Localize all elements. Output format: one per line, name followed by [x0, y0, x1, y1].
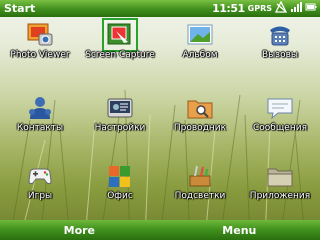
more-softkey[interactable]: More	[34, 222, 125, 239]
app-settings[interactable]: Настройки	[80, 90, 160, 142]
app-utilities[interactable]: Подсветки	[160, 158, 240, 210]
softkey-bar: More Menu	[0, 220, 320, 240]
app-applications[interactable]: Приложения	[240, 158, 320, 210]
no-connection-icon	[274, 0, 288, 16]
office-icon	[104, 161, 136, 191]
app-label: Игры	[27, 191, 53, 201]
start-screen: Start 11:51 GPRS Photo Viewer Screen Cap…	[0, 0, 320, 240]
app-label: Контакты	[16, 123, 64, 133]
app-screen-capture[interactable]: Screen Capture	[80, 17, 160, 69]
app-label: Настройки	[94, 123, 146, 133]
gprs-indicator: GPRS	[247, 4, 272, 13]
app-grid: Photo Viewer Screen Capture Альбом Вызов…	[0, 17, 320, 220]
gamepad-icon	[24, 161, 56, 191]
album-icon	[184, 20, 216, 50]
folder-search-icon	[184, 93, 216, 123]
title-bar-text: Start	[4, 2, 36, 15]
app-label: Офис	[107, 191, 133, 201]
title-bar: Start 11:51 GPRS	[0, 0, 320, 17]
status-area: 11:51 GPRS	[212, 0, 317, 16]
battery-icon	[305, 1, 317, 16]
messages-icon	[264, 93, 296, 123]
app-label: Photo Viewer	[10, 50, 70, 60]
screen-capture-icon	[102, 18, 138, 52]
app-office[interactable]: Офис	[80, 158, 160, 210]
clock: 11:51	[212, 2, 245, 15]
app-label: Подсветки	[174, 191, 226, 201]
app-label: Screen Capture	[85, 50, 155, 60]
app-label: Проводник	[173, 123, 227, 133]
app-label: Сообщения	[252, 123, 307, 133]
app-photo-viewer[interactable]: Photo Viewer	[0, 17, 80, 69]
app-games[interactable]: Игры	[0, 158, 80, 210]
applications-folder-icon	[264, 161, 296, 191]
app-label: Приложения	[249, 191, 311, 201]
photo-viewer-icon	[24, 20, 56, 50]
app-messages[interactable]: Сообщения	[240, 90, 320, 142]
settings-icon	[104, 93, 136, 123]
tools-icon	[184, 161, 216, 191]
app-label: Альбом	[182, 50, 218, 60]
signal-icon	[290, 1, 302, 16]
contacts-icon	[24, 93, 56, 123]
app-contacts[interactable]: Контакты	[0, 90, 80, 142]
app-album[interactable]: Альбом	[160, 17, 240, 69]
menu-softkey[interactable]: Menu	[192, 222, 286, 239]
app-explorer[interactable]: Проводник	[160, 90, 240, 142]
app-calls[interactable]: Вызовы	[240, 17, 320, 69]
app-label: Вызовы	[262, 50, 298, 60]
phone-icon	[264, 20, 296, 50]
